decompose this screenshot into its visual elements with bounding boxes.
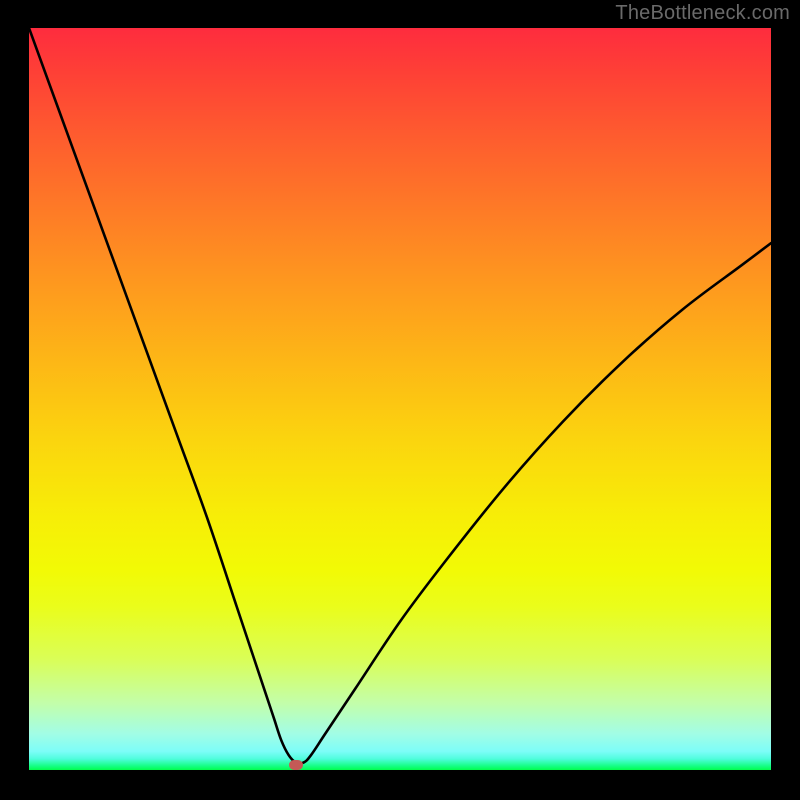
minimum-marker bbox=[289, 760, 303, 770]
bottleneck-curve bbox=[29, 28, 771, 770]
watermark-text: TheBottleneck.com bbox=[615, 2, 790, 25]
plot-area bbox=[29, 28, 771, 770]
chart-frame: TheBottleneck.com bbox=[0, 0, 800, 800]
